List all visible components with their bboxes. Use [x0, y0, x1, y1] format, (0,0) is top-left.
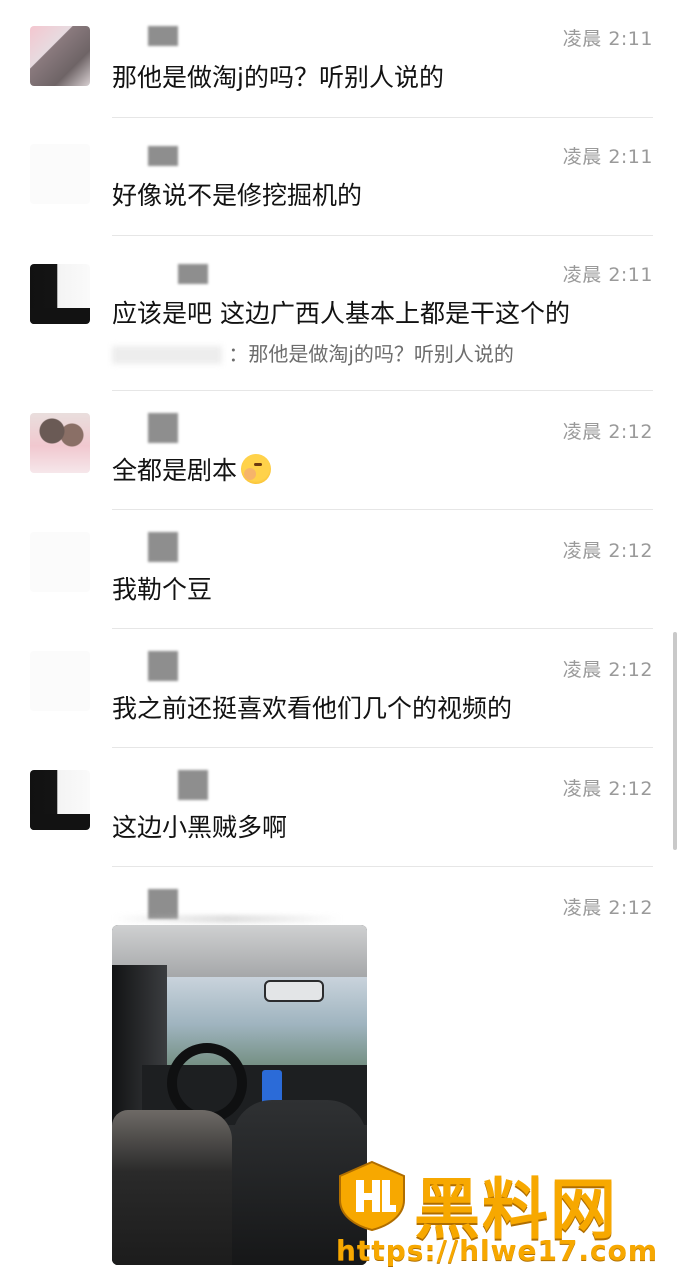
- message-text[interactable]: 全都是剧本: [112, 451, 272, 487]
- message-text[interactable]: 好像说不是修挖掘机的: [112, 176, 362, 212]
- avatar[interactable]: [30, 770, 90, 830]
- chat-message: 凌晨 2:12 这边小黑贼多啊: [0, 748, 681, 867]
- avatar[interactable]: [30, 413, 90, 473]
- image-message[interactable]: [112, 925, 367, 1265]
- message-time: 凌晨 2:11: [562, 146, 653, 168]
- sender-name-redacted: [148, 26, 178, 46]
- quoted-sender-redacted: [112, 346, 222, 364]
- message-time: 凌晨 2:11: [562, 28, 653, 50]
- message-text[interactable]: 我之前还挺喜欢看他们几个的视频的: [112, 689, 512, 725]
- avatar[interactable]: [30, 144, 90, 204]
- message-text[interactable]: 我勒个豆: [112, 570, 212, 606]
- message-text[interactable]: 这边小黑贼多啊: [112, 808, 287, 844]
- avatar[interactable]: [30, 264, 90, 324]
- message-time: 凌晨 2:12: [562, 778, 653, 800]
- driver-shoulder: [112, 1110, 232, 1265]
- watermark: 黑料网 https://hlwe17.com: [336, 1160, 666, 1275]
- watermark-url: https://hlwe17.com: [336, 1234, 659, 1267]
- message-time: 凌晨 2:12: [562, 540, 653, 562]
- avatar[interactable]: [30, 532, 90, 592]
- face-with-tears-of-joy-icon: [241, 454, 272, 484]
- mounted-phone: [262, 1070, 282, 1104]
- quoted-reply[interactable]: ：那他是做淘j的吗？听别人说的: [112, 338, 514, 367]
- sender-name-redacted: [148, 532, 178, 562]
- message-time: 凌晨 2:11: [562, 264, 653, 286]
- chat-message: 凌晨 2:11 好像说不是修挖掘机的: [0, 118, 681, 236]
- message-time: 凌晨 2:12: [562, 421, 653, 443]
- hl-shield-logo-icon: [339, 1160, 405, 1232]
- quoted-text: ：那他是做淘j的吗？听别人说的: [228, 342, 514, 366]
- chat-message: 凌晨 2:12 我勒个豆: [0, 510, 681, 629]
- message-time: 凌晨 2:12: [562, 659, 653, 681]
- chat-message: 凌晨 2:12 全都是剧本: [0, 391, 681, 510]
- avatar[interactable]: [30, 26, 90, 86]
- message-time: 凌晨 2:12: [562, 897, 653, 919]
- message-text[interactable]: 那他是做淘j的吗？听别人说的: [112, 58, 444, 94]
- scrollbar[interactable]: [673, 632, 677, 850]
- sender-name-redacted: [148, 146, 178, 166]
- message-text-content: 全都是剧本: [112, 456, 238, 485]
- chat-message: 凌晨 2:11 那他是做淘j的吗？听别人说的: [0, 0, 681, 118]
- avatar[interactable]: [30, 651, 90, 711]
- sender-name-redacted: [148, 651, 178, 681]
- sender-name-redacted: [178, 264, 208, 284]
- sender-name-blur: [112, 915, 342, 923]
- sender-name-redacted: [178, 770, 208, 800]
- sender-name-redacted: [148, 413, 178, 443]
- message-text[interactable]: 应该是吧 这边广西人基本上都是干这个的: [112, 294, 570, 330]
- chat-message: 凌晨 2:11 应该是吧 这边广西人基本上都是干这个的 ：那他是做淘j的吗？听别…: [0, 236, 681, 391]
- chat-message: 凌晨 2:12 我之前还挺喜欢看他们几个的视频的: [0, 629, 681, 748]
- rearview-mirror: [264, 980, 324, 1002]
